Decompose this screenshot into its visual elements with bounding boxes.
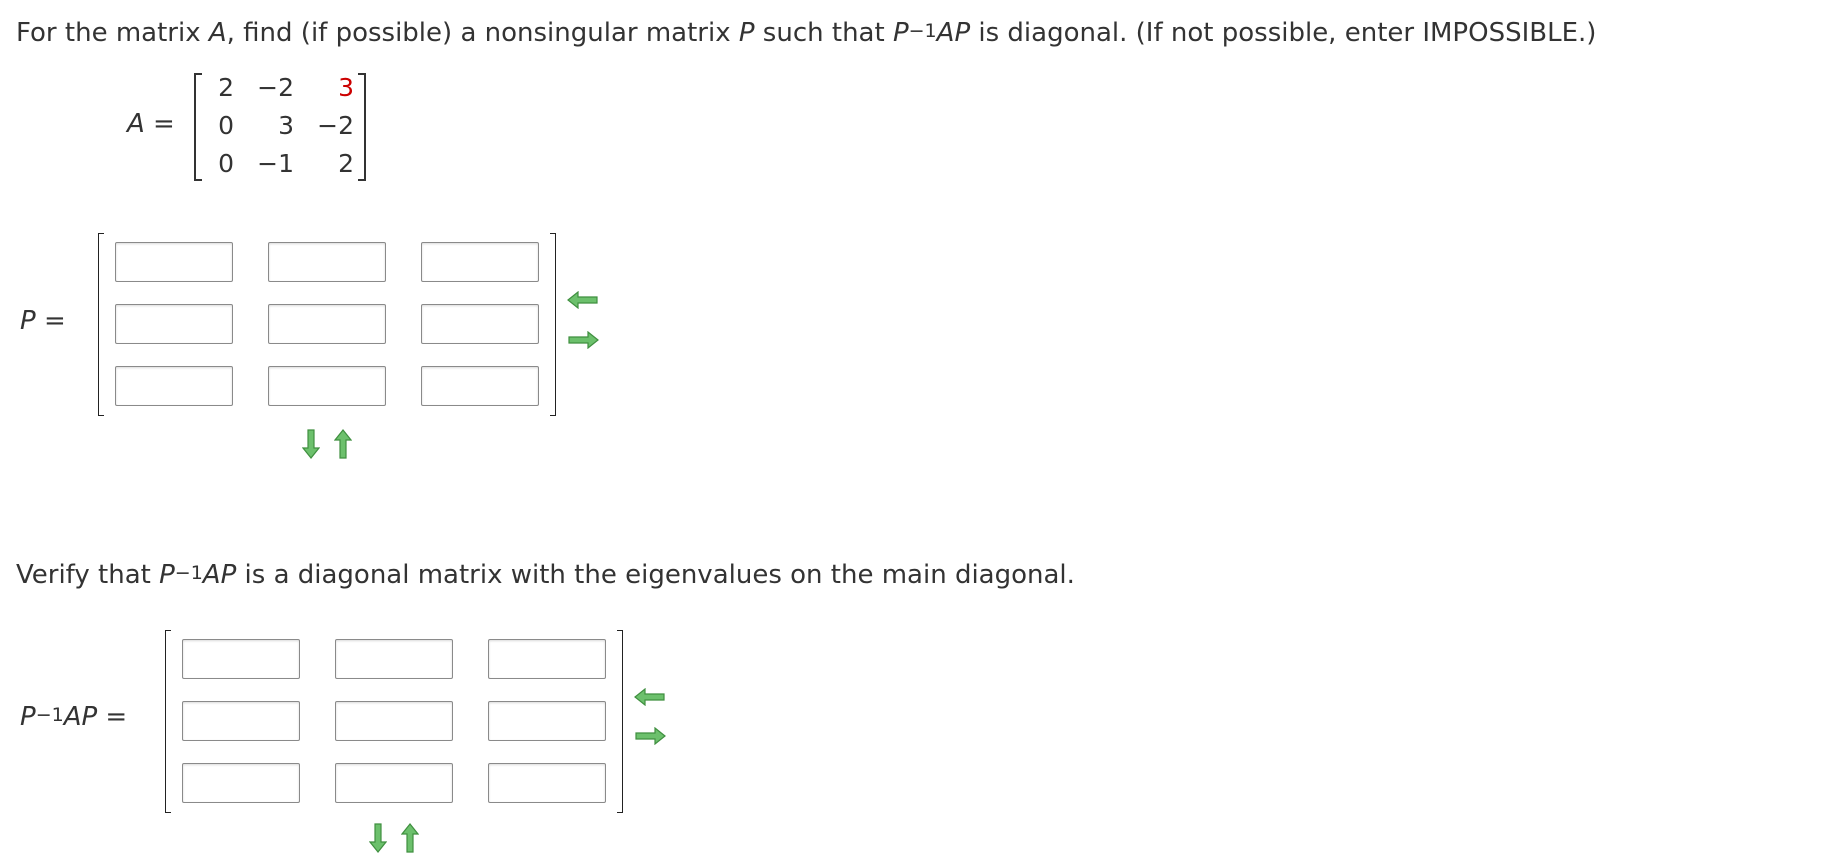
- expr-ap: AP: [202, 560, 237, 590]
- matrix-pap-cell-r1c3[interactable]: [488, 639, 606, 679]
- matrix-p-label: P =: [20, 306, 66, 336]
- question-text-part: , find (if possible) a nonsingular matri…: [226, 18, 739, 48]
- question-text-part: is diagonal. (If not possible, enter IMP…: [970, 18, 1597, 48]
- question-text-part: such that: [754, 18, 893, 48]
- arrow-left-icon[interactable]: [633, 688, 667, 706]
- matrix-pap-cell-r2c1[interactable]: [182, 701, 300, 741]
- expr-exponent: −1: [174, 562, 203, 584]
- matrix-a-label: A =: [127, 109, 175, 139]
- expr-p: P: [892, 18, 909, 48]
- equals-sign: =: [97, 702, 128, 732]
- matrix-pap-cell-r3c2[interactable]: [335, 763, 453, 803]
- question-text-part: For the matrix: [16, 18, 209, 48]
- matrix-pap-cell-r1c1[interactable]: [182, 639, 300, 679]
- matrix-p-cell-r1c2[interactable]: [268, 242, 386, 282]
- verify-text-part: Verify that: [16, 560, 160, 590]
- expr-exponent: −1: [908, 20, 937, 42]
- verify-text-part: is a diagonal matrix with the eigenvalue…: [236, 560, 1075, 590]
- matrix-a-cell: 2: [218, 73, 234, 102]
- label-exponent: −1: [35, 704, 64, 726]
- matrix-pap-cell-r1c2[interactable]: [335, 639, 453, 679]
- left-bracket: [98, 233, 104, 416]
- matrix-a-cell: −1: [257, 149, 294, 178]
- arrow-left-icon[interactable]: [566, 291, 600, 309]
- matrix-p-cell-r3c3[interactable]: [421, 366, 539, 406]
- matrix-p-cell-r3c2[interactable]: [268, 366, 386, 406]
- matrix-p-cell-r3c1[interactable]: [115, 366, 233, 406]
- arrow-up-icon[interactable]: [334, 428, 352, 460]
- matrix-a-variable: A: [208, 18, 227, 48]
- matrix-a-cell: −2: [257, 73, 294, 102]
- matrix-a-cell: −2: [317, 111, 354, 140]
- right-bracket: [358, 73, 366, 181]
- arrow-right-icon[interactable]: [633, 727, 667, 745]
- label-p: P: [20, 702, 36, 732]
- label-ap: AP: [63, 702, 98, 732]
- matrix-a-cell: 3: [278, 111, 294, 140]
- matrix-a-cell: 0: [218, 111, 234, 140]
- matrix-p-variable: P: [738, 18, 755, 48]
- matrix-p-cell-r1c1[interactable]: [115, 242, 233, 282]
- verify-text: Verify that P−1AP is a diagonal matrix w…: [16, 558, 1075, 594]
- expr-ap: AP: [936, 18, 971, 48]
- matrix-p-cell-r2c2[interactable]: [268, 304, 386, 344]
- arrow-down-icon[interactable]: [369, 822, 387, 854]
- matrix-a-label-var: A: [127, 109, 145, 139]
- matrix-a-cell: 0: [218, 149, 234, 178]
- arrow-down-icon[interactable]: [302, 428, 320, 460]
- matrix-pap-cell-r2c2[interactable]: [335, 701, 453, 741]
- matrix-p-label-var: P: [20, 306, 36, 336]
- matrix-p-cell-r2c3[interactable]: [421, 304, 539, 344]
- arrow-up-icon[interactable]: [401, 822, 419, 854]
- equals-sign: =: [144, 109, 175, 139]
- matrix-pap-cell-r2c3[interactable]: [488, 701, 606, 741]
- equals-sign: =: [35, 306, 66, 336]
- question-text: For the matrix A, find (if possible) a n…: [16, 16, 1596, 52]
- arrow-right-icon[interactable]: [566, 331, 600, 349]
- expr-p: P: [159, 560, 175, 590]
- matrix-a-cell: 2: [338, 149, 354, 178]
- matrix-pap-label: P−1AP =: [20, 702, 127, 732]
- matrix-p-input: [98, 233, 556, 416]
- matrix-a-cell: 3: [338, 73, 354, 102]
- matrix-pap-input: [165, 630, 623, 813]
- matrix-pap-cell-r3c3[interactable]: [488, 763, 606, 803]
- matrix-a: 2 −2 3 0 3 −2 0 −1 2: [194, 73, 366, 181]
- right-bracket: [550, 233, 556, 416]
- right-bracket: [617, 630, 623, 813]
- matrix-p-cell-r2c1[interactable]: [115, 304, 233, 344]
- matrix-p-cell-r1c3[interactable]: [421, 242, 539, 282]
- matrix-pap-cell-r3c1[interactable]: [182, 763, 300, 803]
- left-bracket: [165, 630, 171, 813]
